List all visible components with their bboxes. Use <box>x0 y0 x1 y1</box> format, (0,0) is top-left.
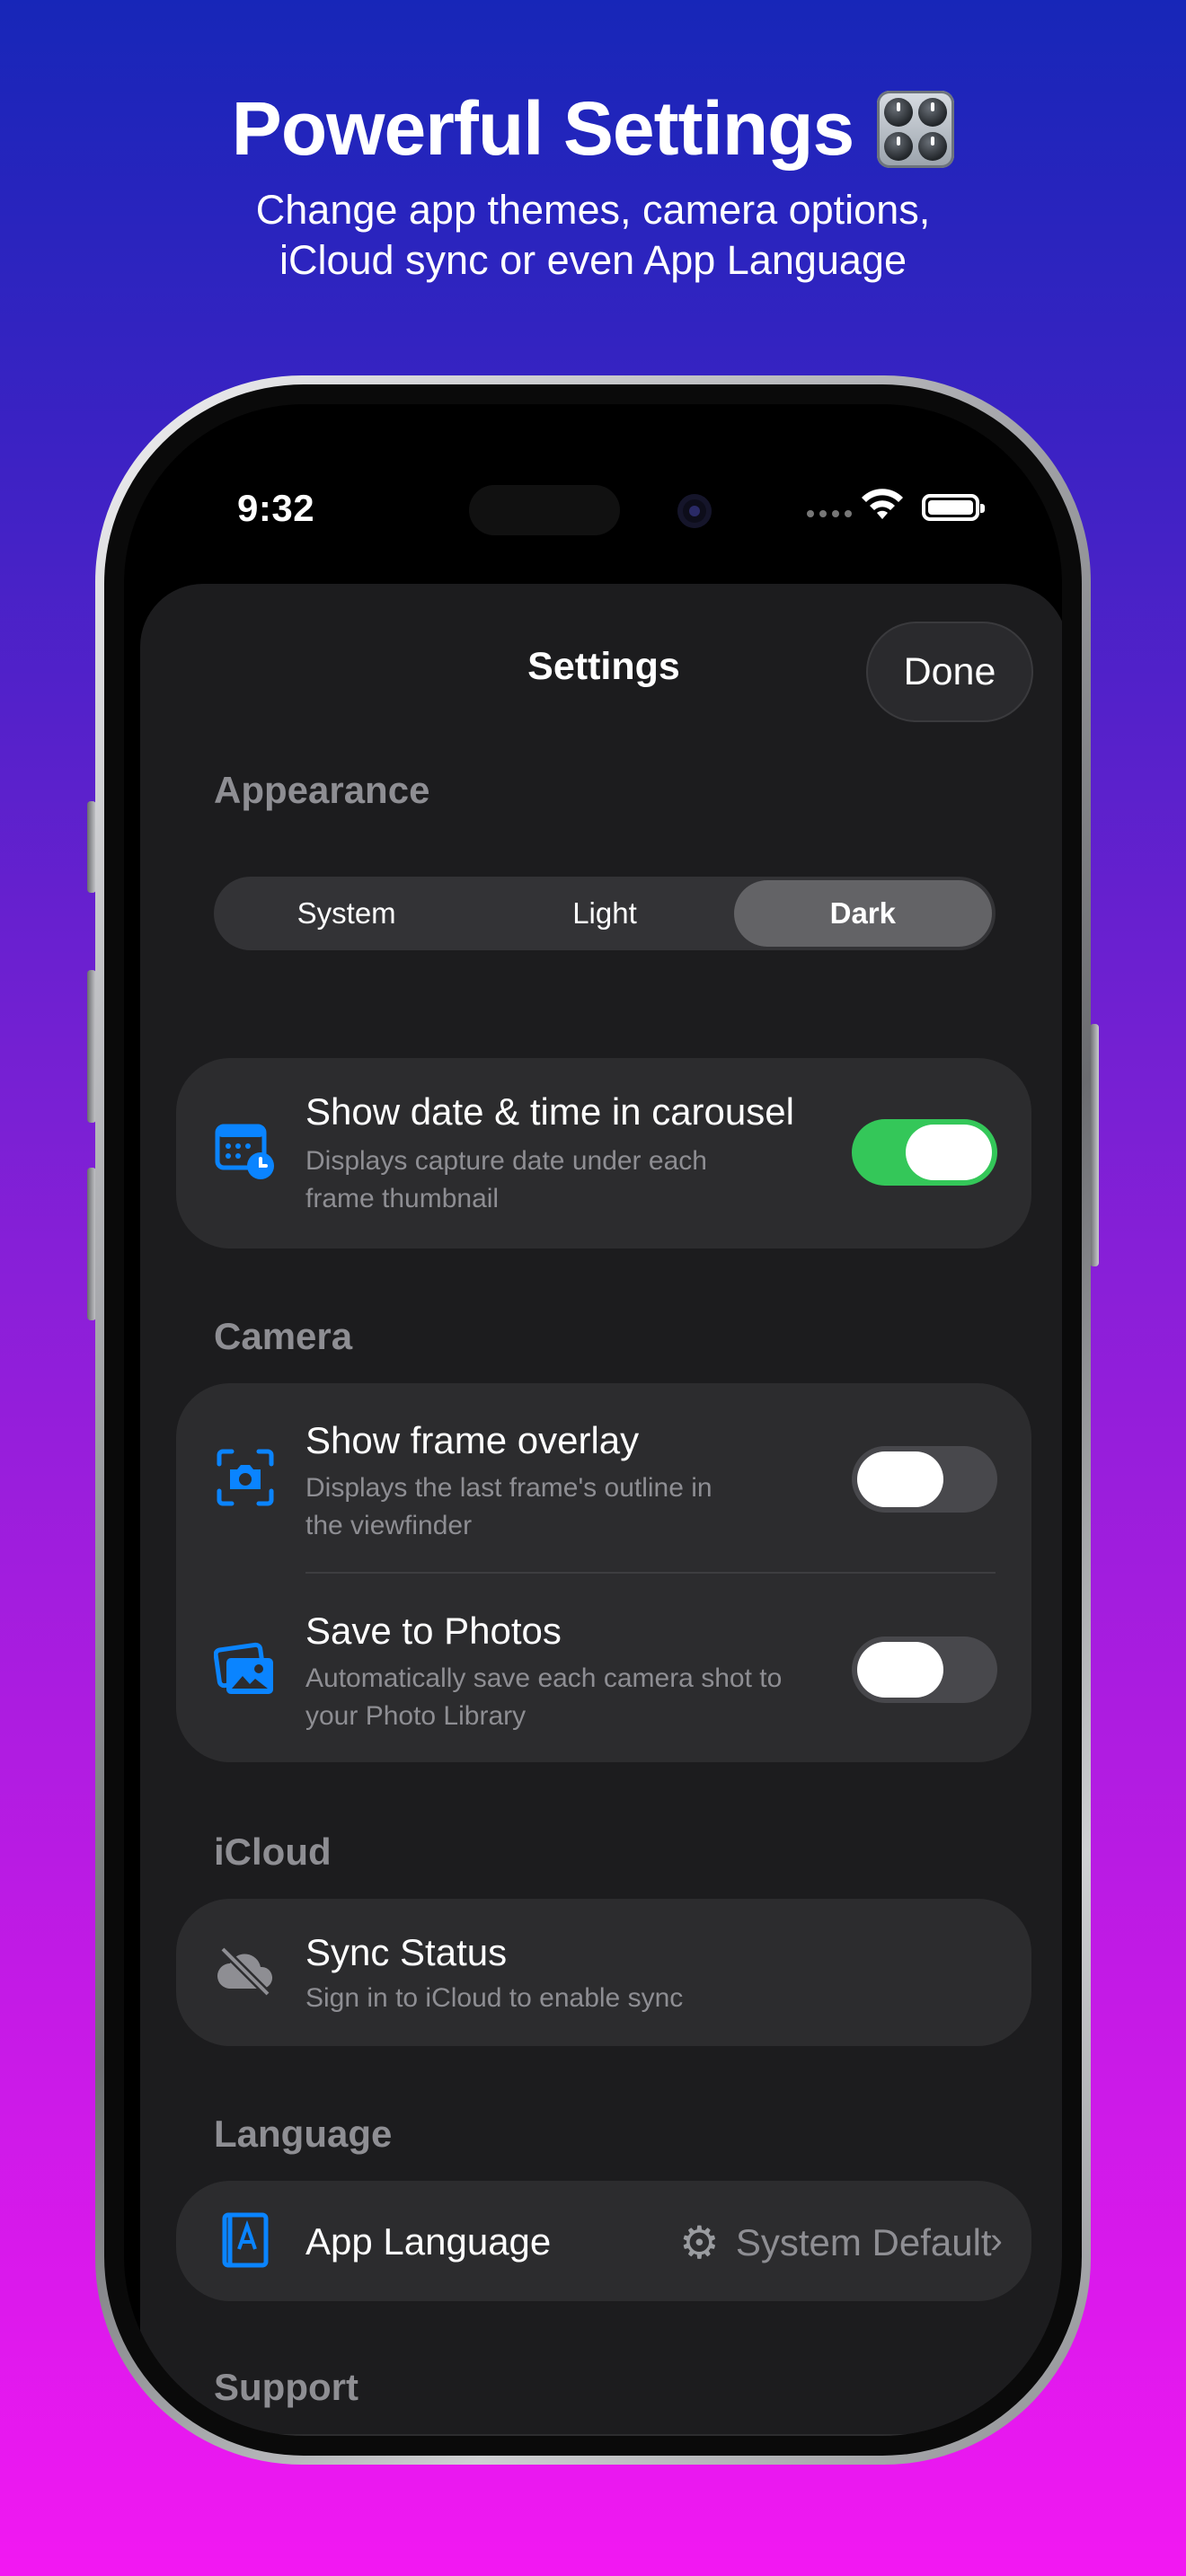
app-language-value: ⚙ System Default <box>679 2220 992 2265</box>
promo-subtitle-line2: iCloud sync or even App Language <box>279 237 907 283</box>
overlay-desc-2: the viewfinder <box>305 1511 473 1540</box>
camera-viewfinder-icon <box>217 1449 274 1506</box>
promo-title: Powerful Settings <box>0 85 1186 172</box>
camera-card: Show frame overlay Displays the last fra… <box>176 1383 1031 1762</box>
section-label-appearance: Appearance <box>214 769 430 811</box>
wifi-icon <box>862 489 903 519</box>
segment-system[interactable]: System <box>217 880 475 947</box>
carousel-card: Show date & time in carousel Displays ca… <box>176 1058 1031 1248</box>
section-label-icloud: iCloud <box>214 1831 332 1873</box>
save-title: Save to Photos <box>305 1610 562 1652</box>
control-knobs-icon <box>877 90 955 168</box>
phone-frame: 9:32 Settings Done Appearance System Lig… <box>95 375 1091 2465</box>
carousel-toggle[interactable] <box>852 1119 997 1186</box>
section-label-language: Language <box>214 2113 393 2155</box>
appearance-segmented-control: System Light Dark <box>214 877 996 950</box>
section-label-camera: Camera <box>214 1315 353 1357</box>
calendar-clock-icon <box>215 1124 274 1179</box>
app-language-title: App Language <box>305 2220 552 2263</box>
phone-screen: 9:32 Settings Done Appearance System Lig… <box>124 404 1062 2436</box>
segment-dark[interactable]: Dark <box>733 880 992 947</box>
settings-sheet: Settings Done Appearance System Light Da… <box>140 584 1062 2436</box>
status-time: 9:32 <box>237 487 315 529</box>
carousel-title: Show date & time in carousel <box>305 1090 794 1133</box>
book-language-icon <box>222 2212 269 2268</box>
done-button[interactable]: Done <box>866 622 1033 722</box>
save-desc-1: Automatically save each camera shot to <box>305 1663 783 1693</box>
support-card <box>176 2434 1031 2436</box>
battery-icon <box>922 494 985 521</box>
cloud-slash-icon <box>217 1945 273 1998</box>
sync-desc: Sign in to iCloud to enable sync <box>305 1983 684 2013</box>
language-card[interactable]: App Language ⚙ System Default › <box>176 2181 1031 2301</box>
save-desc-2: your Photo Library <box>305 1701 527 1731</box>
promo-title-text: Powerful Settings <box>231 86 854 171</box>
icloud-card[interactable]: Sync Status Sign in to iCloud to enable … <box>176 1899 1031 2046</box>
dynamic-island <box>469 485 620 535</box>
gear-icon: ⚙ <box>679 2218 720 2268</box>
segment-light[interactable]: Light <box>475 880 733 947</box>
chevron-right-icon: › <box>990 2219 1003 2261</box>
cellular-signal-icon <box>807 510 852 517</box>
sync-title: Sync Status <box>305 1931 508 1973</box>
section-label-support: Support <box>214 2366 358 2408</box>
promo-subtitle-line1: Change app themes, camera options, <box>255 187 931 233</box>
photos-icon <box>214 1642 273 1694</box>
overlay-title: Show frame overlay <box>305 1419 640 1461</box>
language-value-text: System Default <box>735 2221 992 2263</box>
carousel-desc-2: frame thumbnail <box>305 1184 500 1213</box>
power-button <box>1090 1024 1099 1266</box>
save-toggle[interactable] <box>852 1636 997 1703</box>
overlay-toggle[interactable] <box>852 1446 997 1513</box>
row-divider <box>305 1572 996 1574</box>
overlay-desc-1: Displays the last frame's outline in <box>305 1473 712 1503</box>
front-camera <box>677 494 712 528</box>
carousel-desc-1: Displays capture date under each <box>305 1146 707 1176</box>
